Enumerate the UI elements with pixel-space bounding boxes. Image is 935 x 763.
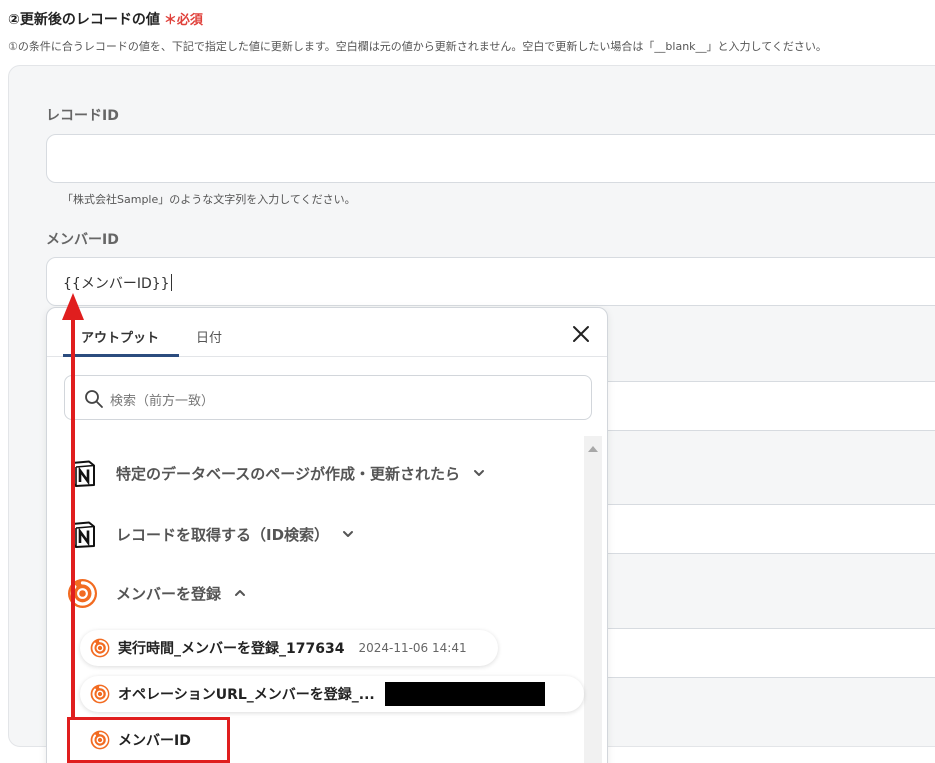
section-description: ①の条件に合うレコードの値を、下記で指定した値に更新します。空白欄は元の値から更… (8, 40, 827, 53)
scroll-up-arrow-icon[interactable] (588, 446, 598, 452)
required-label: 必須 (176, 13, 203, 28)
field-input[interactable] (608, 628, 935, 678)
chevron-down-icon (473, 470, 484, 476)
output-group-register-member[interactable]: メンバーを登録 (67, 573, 247, 613)
section-title-text: ②更新後のレコードの値 (8, 12, 160, 28)
popup-tabs: アウトプット 日付 (47, 308, 607, 357)
record-id-hint: 「株式会社Sample」のような文字列を入力してください。 (62, 193, 356, 206)
redacted-value (384, 682, 545, 706)
group-label: 特定のデータベースのページが作成・更新されたら (116, 464, 460, 483)
output-item-label: 実行時間_メンバーを登録_177634 (118, 641, 345, 657)
search-placeholder: 検索（前方一致） (110, 394, 215, 409)
tab-date[interactable]: 日付 (196, 327, 222, 346)
group-label: メンバーを登録 (116, 584, 222, 603)
chevron-up-icon (235, 590, 246, 596)
required-badge: ＊必須 (164, 13, 203, 28)
yoom-logo-icon (90, 684, 110, 704)
member-id-label: メンバーID (46, 232, 119, 248)
chevron-down-icon (343, 531, 354, 537)
member-id-input[interactable]: {{メンバーID}} (46, 257, 935, 306)
close-icon[interactable] (571, 324, 591, 344)
member-id-value-text: {{メンバーID}} (63, 276, 170, 292)
scrollbar[interactable] (584, 436, 602, 763)
section-title: ②更新後のレコードの値 ＊必須 (8, 9, 203, 29)
group-label: レコードを取得する（ID検索） (116, 525, 330, 544)
record-id-label: レコードID (46, 108, 119, 124)
output-item[interactable]: オペレーションURL_メンバーを登録_... (80, 676, 584, 712)
tab-output[interactable]: アウトプット (81, 327, 159, 346)
member-id-value: {{メンバーID}} (63, 273, 172, 293)
notion-icon (71, 521, 95, 548)
required-mark: ＊ (163, 13, 177, 28)
output-group-notion-get-record[interactable]: レコードを取得する（ID検索） (67, 514, 355, 554)
output-group-notion-trigger[interactable]: 特定のデータベースのページが作成・更新されたら (67, 453, 486, 493)
record-id-input[interactable] (46, 134, 935, 183)
output-item-label: オペレーションURL_メンバーを登録_... (118, 687, 375, 703)
search-input[interactable]: 検索（前方一致） (64, 375, 592, 420)
yoom-logo-icon (67, 578, 98, 608)
yoom-logo-icon (90, 638, 110, 658)
field-input[interactable] (608, 504, 935, 554)
search-icon (85, 390, 103, 408)
active-tab-indicator (63, 354, 179, 357)
output-item-value: 2024-11-06 14:41 (358, 641, 467, 655)
output-item[interactable]: 実行時間_メンバーを登録_177634 2024-11-06 14:41 (80, 630, 498, 666)
text-caret (170, 274, 172, 291)
annotation-highlight-box (67, 717, 230, 763)
field-input[interactable] (608, 381, 935, 431)
notion-icon (71, 460, 95, 487)
